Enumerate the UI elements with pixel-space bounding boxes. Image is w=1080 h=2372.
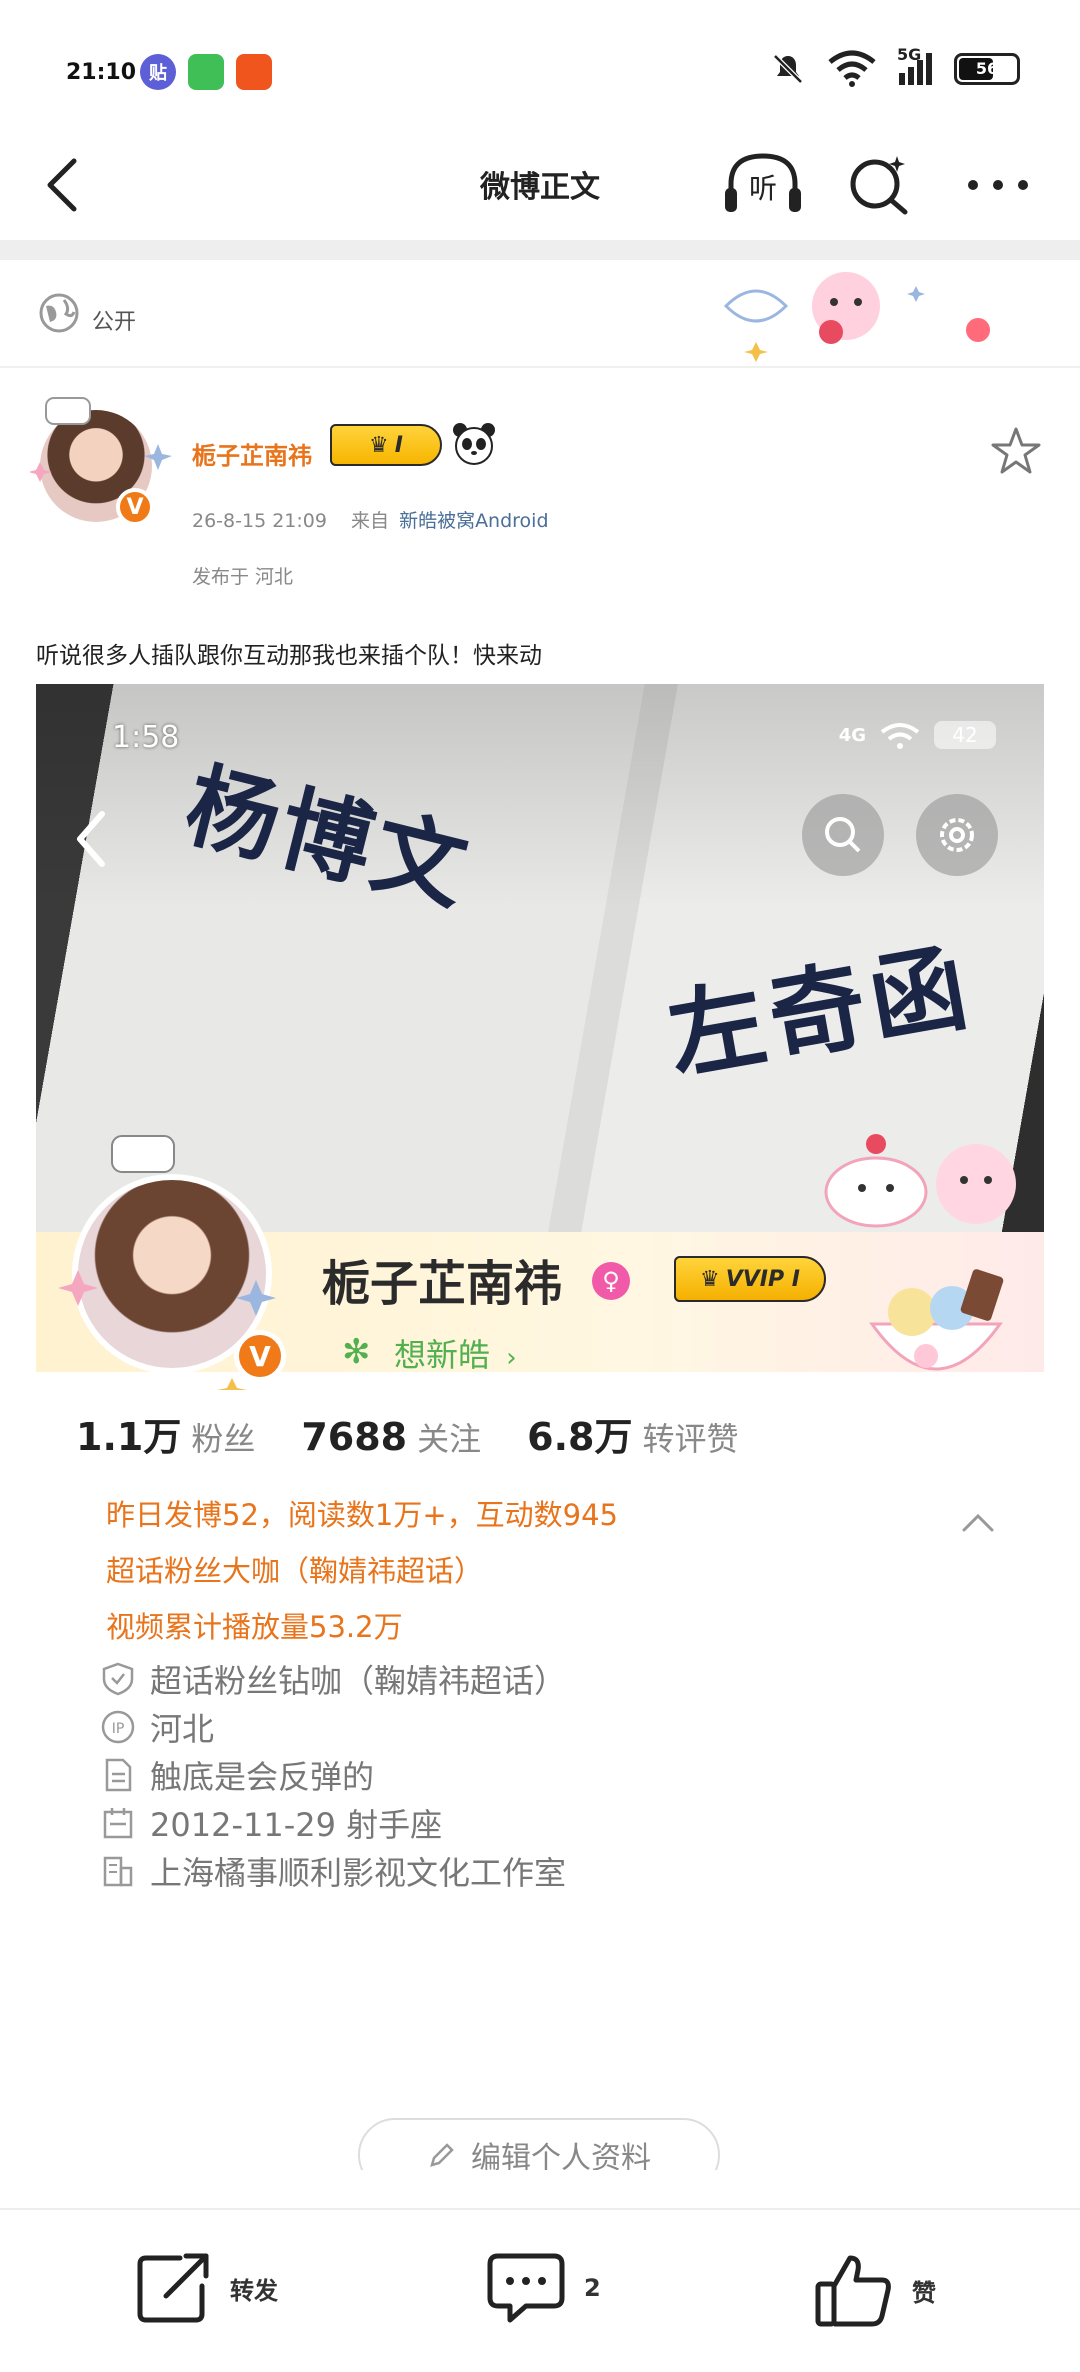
info-text: 河北: [150, 1710, 215, 1748]
section-divider: [0, 240, 1080, 260]
repost-label: 转发: [230, 2276, 278, 2305]
info-text: 触底是会反弹的: [150, 1758, 375, 1796]
listen-label: 听: [749, 172, 777, 205]
search-button[interactable]: [840, 150, 920, 220]
info-row: 2012-11-29 射手座: [100, 1800, 442, 1846]
comment-icon: [487, 2253, 565, 2323]
document-icon: [105, 1758, 132, 1792]
calendar-icon: [103, 1808, 133, 1839]
from-label: 来自: [351, 510, 390, 532]
action-bar: 转发 2 赞: [0, 2208, 1080, 2372]
like-label: 赞: [912, 2278, 936, 2307]
panda-icon[interactable]: [450, 420, 498, 468]
screenshot-back-icon: [77, 811, 105, 867]
screenshot-status: 4G 42: [839, 720, 996, 750]
vvip-label: VVIP I: [725, 1266, 800, 1292]
search-icon: [850, 156, 908, 215]
repost-button[interactable]: 转发: [136, 2250, 278, 2326]
visibility-row: 公开: [0, 260, 1080, 368]
crown-icon: ♛: [369, 432, 389, 458]
chevron-right-icon: ›: [506, 1343, 517, 1373]
message-app-icon: [188, 54, 224, 90]
screenshot-battery: 42: [934, 721, 996, 749]
following-stat: 7688 关注: [301, 1415, 482, 1459]
vvip-crown-icon: ♛: [700, 1266, 720, 1292]
info-text: 上海橘事顺利影视文化工作室: [150, 1854, 567, 1892]
mute-bell-icon: [773, 54, 803, 84]
repost-icon: [137, 2253, 209, 2323]
network-type: 5G: [897, 45, 922, 64]
profile-name: 栀子芷南祎: [322, 1256, 563, 1312]
info-text: 超话粉丝钻咖（鞠婧祎超话）: [150, 1662, 567, 1700]
comment-count: 2: [584, 2274, 601, 2302]
female-icon: ♀: [592, 1262, 630, 1300]
highlight-line: 视频累计播放量53.2万: [106, 1610, 403, 1644]
info-row: IP 河北: [100, 1704, 214, 1750]
listen-icon: 听: [725, 153, 801, 212]
highlight-line: 超话粉丝大咖（鞠婧祎超话）: [106, 1554, 484, 1588]
battery-icon: 56: [954, 53, 1020, 85]
member-badge-level: I: [394, 432, 403, 458]
wifi-icon: [828, 50, 876, 87]
like-button[interactable]: 赞: [814, 2250, 936, 2330]
app-icon: [236, 54, 272, 90]
edit-profile-button: 编辑个人资料: [358, 2118, 720, 2170]
edit-profile-label: 编辑个人资料: [471, 2141, 651, 2170]
profile-follow-text: 想新皓 ›: [394, 1330, 517, 1376]
tieba-app-icon: 贴: [140, 54, 176, 90]
ip-icon: IP: [101, 1710, 135, 1744]
post-timestamp: 26-8-15 21:09: [192, 510, 327, 532]
info-row: 触底是会反弹的: [100, 1752, 374, 1798]
nav-bar: 微博正文 听: [0, 130, 1080, 240]
info-row: 上海橘事顺利影视文化工作室: [100, 1848, 566, 1894]
post-location: 发布于 河北: [192, 566, 294, 588]
status-bar: 21:10 贴 5G 56: [0, 0, 1080, 130]
info-row: 超话粉丝钻咖（鞠婧祎超话）: [100, 1656, 566, 1702]
highlight-line: 昨日发博52，阅读数1万+，互动数945: [106, 1498, 619, 1532]
more-icon: [968, 180, 1028, 190]
building-icon: [103, 1856, 133, 1887]
visibility-label: 公开: [92, 310, 137, 335]
likes-stat: 6.8万 转评赞: [527, 1415, 739, 1459]
chevron-up-icon: [962, 1513, 994, 1532]
post-meta: 26-8-15 21:09 来自 新皓被窝Android: [192, 506, 549, 533]
post-source[interactable]: 新皓被窝Android: [399, 510, 548, 532]
status-indicators: 5G 56: [771, 45, 1020, 88]
profile-stats: 1.1万 粉丝 7688 关注 6.8万 转评赞: [76, 1406, 738, 1461]
signal-icon: 5G: [897, 45, 932, 85]
screenshot-network: 4G: [838, 724, 866, 746]
thumbs-up-icon: [815, 2255, 891, 2327]
screenshot-time: 1:58: [112, 720, 180, 755]
screenshot-settings-icon: [916, 794, 998, 876]
listen-button[interactable]: 听: [720, 150, 806, 220]
favorite-star-icon[interactable]: [988, 424, 1044, 480]
verified-badge-icon: V: [116, 488, 154, 526]
cats-sticker: [824, 1134, 1016, 1228]
pencil-icon: [430, 2143, 454, 2167]
info-text: 2012-11-29 射手座: [150, 1806, 443, 1844]
vvip-badge: ♛ VVIP I: [674, 1256, 826, 1302]
more-button[interactable]: [958, 150, 1038, 220]
post-text: 听说很多人插队跟你互动那我也来插个队！快来动: [36, 643, 542, 669]
status-time: 21:10: [66, 60, 137, 85]
member-badge[interactable]: ♛ I: [330, 424, 442, 466]
profile-verified-icon: V: [234, 1330, 286, 1382]
screenshot-wifi-icon: [880, 723, 920, 749]
battery-level: 56: [975, 59, 999, 78]
avatar-frame-decoration: [30, 397, 172, 482]
post-image[interactable]: 杨博文 左奇函 1:58 4G 42 V 栀子芷南祎 ♀ ♛ VVIP I ✻ …: [36, 684, 1044, 2170]
decoration-sticker: [723, 272, 990, 362]
comment-button[interactable]: 2: [486, 2250, 601, 2326]
shield-icon: [102, 1662, 134, 1696]
globe-icon: [39, 293, 79, 333]
ice-cream-sticker: [869, 1269, 1004, 1371]
clover-icon: ✻: [342, 1332, 371, 1372]
author-name[interactable]: 栀子芷南祎: [192, 436, 312, 471]
follow-text: 想新皓: [394, 1336, 491, 1374]
fans-stat: 1.1万 粉丝: [76, 1415, 256, 1459]
svg-text:IP: IP: [112, 1721, 125, 1737]
screenshot-search-icon: [802, 794, 884, 876]
